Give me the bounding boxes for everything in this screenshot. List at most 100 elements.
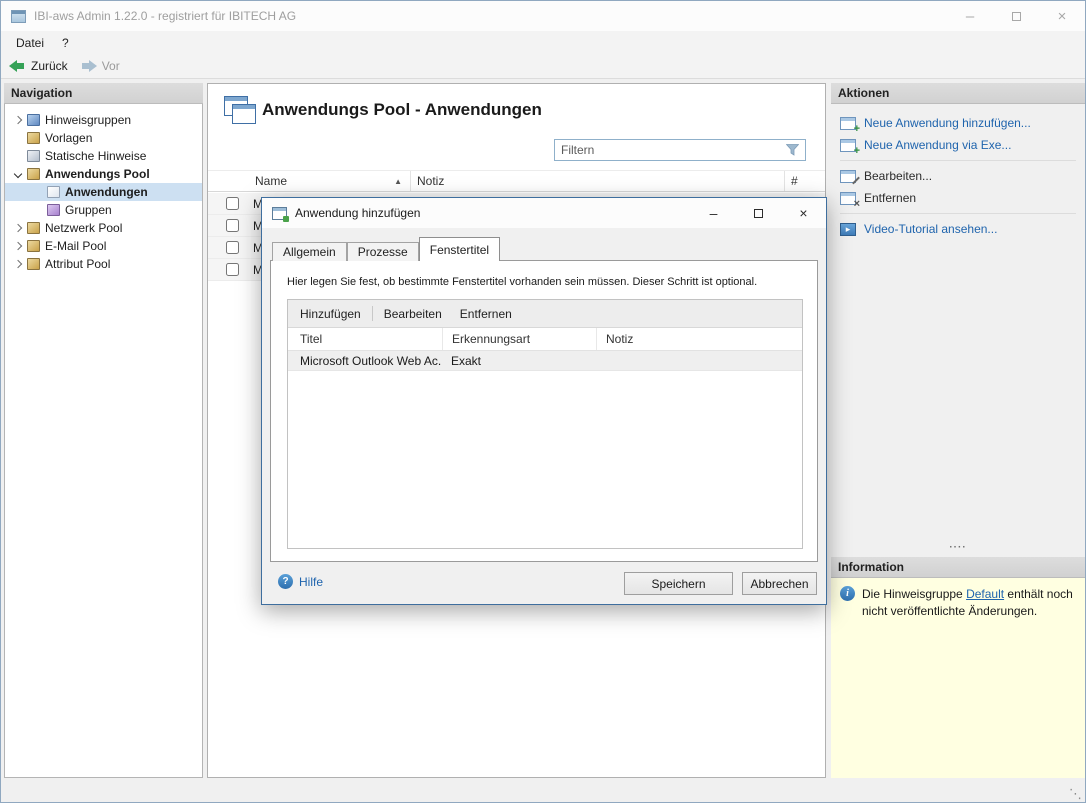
attribut-pool-icon xyxy=(27,258,40,270)
page-title: Anwendungs Pool - Anwendungen xyxy=(262,100,542,120)
forward-label: Vor xyxy=(102,59,120,73)
sidebar-item-anwendungs-pool[interactable]: Anwendungs Pool xyxy=(5,165,202,183)
dialog-maximize-button[interactable] xyxy=(736,198,781,228)
sidebar-item-vorlagen[interactable]: Vorlagen xyxy=(5,129,202,147)
separator xyxy=(840,213,1076,214)
sidebar-item-gruppen[interactable]: Gruppen xyxy=(5,201,202,219)
statische-hinweise-icon xyxy=(27,150,40,162)
list-row[interactable]: Microsoft Outlook Web Ac... Exakt xyxy=(288,351,802,371)
tab-fenstertitel[interactable]: Fenstertitel xyxy=(419,237,500,261)
row-erkennungsart: Exakt xyxy=(442,354,596,368)
column-header-name[interactable]: Name ▲ xyxy=(252,171,410,191)
close-button[interactable]: × xyxy=(1039,1,1085,31)
forward-button[interactable]: Vor xyxy=(80,59,120,73)
column-header-erkennungsart[interactable]: Erkennungsart xyxy=(442,328,596,350)
chevron-right-icon xyxy=(14,242,22,250)
column-header-count[interactable]: # xyxy=(784,171,825,191)
action-label: Neue Anwendung hinzufügen... xyxy=(864,116,1031,130)
row-checkbox[interactable] xyxy=(226,263,239,276)
column-header-titel[interactable]: Titel xyxy=(288,328,442,350)
row-checkbox[interactable] xyxy=(226,197,239,210)
sidebar-item-label: Gruppen xyxy=(65,203,112,217)
gruppen-icon xyxy=(47,204,60,216)
help-icon: ? xyxy=(278,574,293,589)
anwendungen-icon xyxy=(47,186,60,198)
chevron-right-icon xyxy=(14,260,22,268)
table-header: Name ▲ Notiz # xyxy=(208,170,825,192)
plus-icon: + xyxy=(854,124,860,135)
filter-icon[interactable] xyxy=(786,144,799,156)
navigation-header: Navigation xyxy=(4,83,203,104)
tab-allgemein[interactable]: Allgemein xyxy=(272,242,347,261)
video-tutorial-icon: ▸ xyxy=(840,223,856,236)
delete-icon: × xyxy=(854,199,860,210)
pencil-icon xyxy=(852,176,860,184)
applications-icon xyxy=(224,96,258,126)
resize-grip[interactable]: ⋱ xyxy=(1069,787,1082,802)
column-header-checkbox xyxy=(208,171,252,191)
titlebar: IBI-aws Admin 1.22.0 - registriert für I… xyxy=(1,1,1085,31)
maximize-button[interactable] xyxy=(993,1,1039,31)
sidebar-item-label: Vorlagen xyxy=(45,131,92,145)
actions-panel: + Neue Anwendung hinzufügen... + Neue An… xyxy=(831,104,1085,240)
add-title-button[interactable]: Hinzufügen xyxy=(291,307,370,321)
action-remove[interactable]: × Entfernen xyxy=(831,187,1085,209)
default-link[interactable]: Default xyxy=(966,587,1004,601)
tab-prozesse[interactable]: Prozesse xyxy=(347,242,419,261)
info-icon: i xyxy=(840,586,855,601)
back-button[interactable]: Zurück xyxy=(9,59,68,73)
action-new-application-exe[interactable]: + Neue Anwendung via Exe... xyxy=(831,134,1085,156)
window-controls: – × xyxy=(947,1,1085,31)
column-header-notiz[interactable]: Notiz xyxy=(410,171,784,191)
panel-splitter[interactable]: ···· xyxy=(831,543,1085,555)
dialog-icon xyxy=(272,207,287,220)
dialog-minimize-button[interactable]: – xyxy=(691,198,736,228)
information-text: Die Hinweisgruppe Default enthält noch n… xyxy=(862,586,1076,621)
sidebar-item-attribut-pool[interactable]: Attribut Pool xyxy=(5,255,202,273)
filter-input[interactable] xyxy=(555,143,786,157)
menu-item-help[interactable]: ? xyxy=(53,31,78,54)
action-edit[interactable]: Bearbeiten... xyxy=(831,165,1085,187)
dialog-description: Hier legen Sie fest, ob bestimmte Fenste… xyxy=(287,276,811,288)
dialog-window-controls: – × xyxy=(691,198,826,228)
minimize-button[interactable]: – xyxy=(947,1,993,31)
sidebar-item-label: Anwendungen xyxy=(65,185,148,199)
app-icon xyxy=(11,10,26,23)
dialog-close-button[interactable]: × xyxy=(781,198,826,228)
sidebar-item-label: Anwendungs Pool xyxy=(45,167,150,181)
vorlagen-icon xyxy=(27,132,40,144)
chevron-down-icon xyxy=(14,170,22,178)
actions-header: Aktionen xyxy=(831,83,1085,104)
info-text-before: Die Hinweisgruppe xyxy=(862,587,966,601)
maximize-icon xyxy=(754,209,763,218)
sidebar-item-netzwerk-pool[interactable]: Netzwerk Pool xyxy=(5,219,202,237)
back-label: Zurück xyxy=(31,59,68,73)
sidebar-item-label: Attribut Pool xyxy=(45,257,110,271)
add-application-dialog: Anwendung hinzufügen – × Allgemein Proze… xyxy=(261,197,827,605)
action-new-application[interactable]: + Neue Anwendung hinzufügen... xyxy=(831,112,1085,134)
dialog-title: Anwendung hinzufügen xyxy=(295,206,420,220)
row-checkbox[interactable] xyxy=(226,241,239,254)
help-link[interactable]: ? Hilfe xyxy=(278,574,323,589)
chevron-right-icon xyxy=(14,224,22,232)
row-checkbox[interactable] xyxy=(226,219,239,232)
action-video-tutorial[interactable]: ▸ Video-Tutorial ansehen... xyxy=(831,218,1085,240)
sidebar-item-statische-hinweise[interactable]: Statische Hinweise xyxy=(5,147,202,165)
action-label: Bearbeiten... xyxy=(864,169,932,183)
tab-page-fenstertitel: Hier legen Sie fest, ob bestimmte Fenste… xyxy=(270,260,818,562)
chevron-spacer xyxy=(11,117,25,123)
sidebar-item-anwendungen[interactable]: Anwendungen xyxy=(5,183,202,201)
edit-title-button[interactable]: Bearbeiten xyxy=(375,307,451,321)
save-button[interactable]: Speichern xyxy=(624,572,733,595)
cancel-button[interactable]: Abbrechen xyxy=(742,572,817,595)
hinweisgruppen-icon xyxy=(27,114,40,126)
column-header-notiz[interactable]: Notiz xyxy=(596,328,802,350)
dialog-footer: ? Hilfe Speichern Abbrechen xyxy=(262,560,826,604)
sidebar-item-hinweisgruppen[interactable]: Hinweisgruppen xyxy=(5,111,202,129)
chevron-spacer xyxy=(11,261,25,267)
remove-icon: × xyxy=(840,192,856,205)
sidebar-item-email-pool[interactable]: E-Mail Pool xyxy=(5,237,202,255)
remove-title-button[interactable]: Entfernen xyxy=(451,307,521,321)
edit-icon xyxy=(840,170,856,183)
menu-item-datei[interactable]: Datei xyxy=(7,31,53,54)
